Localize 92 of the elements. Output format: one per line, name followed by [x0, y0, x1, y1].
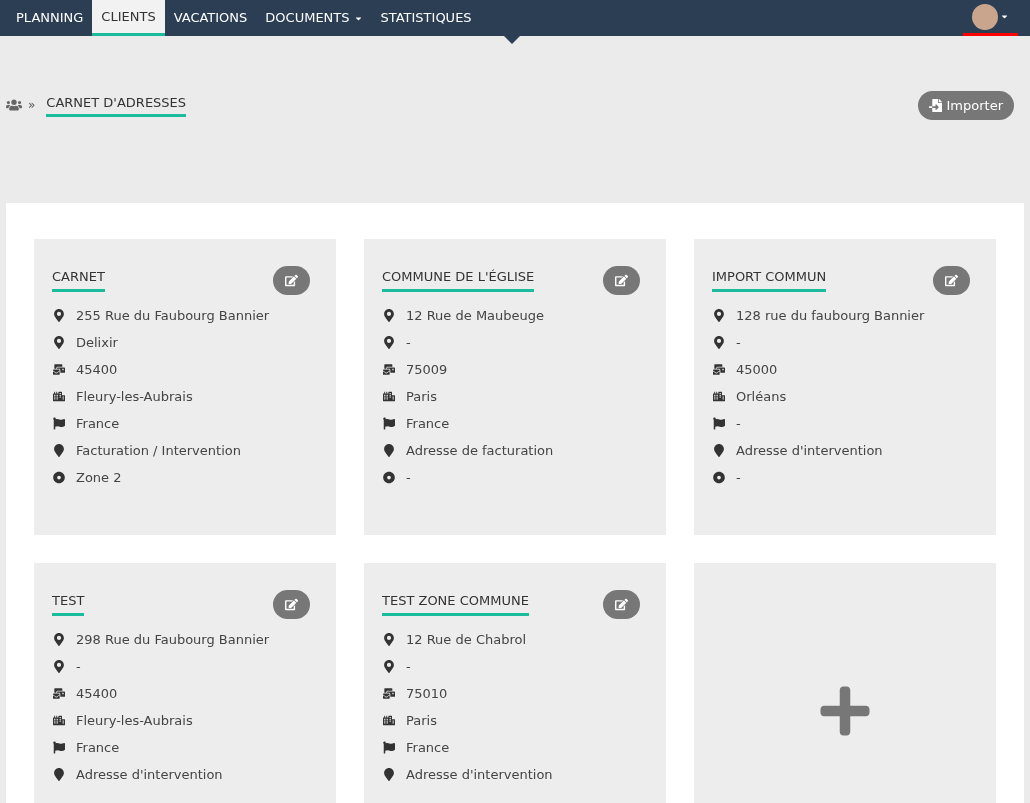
card-title: IMPORT COMMUN — [712, 267, 827, 292]
edit-icon — [945, 274, 958, 287]
card-line: - — [76, 657, 81, 676]
map-pin-icon — [53, 633, 65, 646]
card-line: - — [736, 468, 741, 487]
nav-tab[interactable]: CLIENTS — [92, 0, 165, 36]
marker-icon — [383, 444, 395, 457]
card-line: Adresse d'intervention — [736, 441, 883, 460]
marker-icon — [53, 768, 65, 781]
edit-icon — [285, 274, 298, 287]
mail-icon — [383, 687, 395, 700]
flag-icon — [53, 417, 65, 430]
card-line: 12 Rue de Maubeuge — [406, 306, 545, 325]
map-pin-icon — [53, 660, 65, 673]
card-title: TEST — [52, 591, 85, 616]
buildings-icon — [53, 390, 65, 403]
edit-button[interactable] — [273, 590, 310, 619]
flag-icon — [713, 417, 725, 430]
map-pin-icon — [53, 336, 65, 349]
marker-icon — [383, 768, 395, 781]
avatar — [972, 3, 998, 30]
mail-icon — [713, 363, 725, 376]
edit-button[interactable] — [273, 266, 310, 295]
page-title: CARNET D'ADRESSES — [46, 93, 187, 117]
card-line: France — [406, 414, 450, 433]
map-pin-icon — [713, 336, 725, 349]
card-line: 298 Rue du Faubourg Bannier — [76, 630, 270, 649]
card-line: - — [736, 333, 741, 352]
card-line: France — [406, 738, 450, 757]
target-icon — [713, 471, 725, 484]
card-line: Orléans — [736, 387, 787, 406]
card-line: - — [406, 657, 411, 676]
card-line: Adresse d'intervention — [406, 765, 553, 784]
card-line: Fleury-les-Aubrais — [76, 387, 193, 406]
card-line: Paris — [406, 711, 437, 730]
marker-icon — [53, 444, 65, 457]
nav-tab[interactable]: PLANNING — [7, 0, 93, 36]
caret-icon — [1000, 12, 1009, 21]
card-title: TEST ZONE COMMUNE — [382, 591, 529, 616]
breadcrumb-separator: » — [28, 96, 36, 114]
edit-icon — [615, 598, 628, 611]
card-line: 45400 — [76, 684, 118, 703]
map-pin-icon — [53, 309, 65, 322]
buildings-icon — [713, 390, 725, 403]
flag-icon — [383, 417, 395, 430]
edit-button[interactable] — [603, 590, 640, 619]
target-icon — [53, 471, 65, 484]
card-line: 128 rue du faubourg Bannier — [736, 306, 925, 325]
edit-icon — [285, 598, 298, 611]
card-line: - — [406, 468, 411, 487]
card-title: CARNET — [52, 267, 105, 292]
file-import-icon — [928, 99, 942, 112]
map-pin-icon — [383, 309, 395, 322]
map-pin-icon — [383, 336, 395, 349]
map-pin-icon — [713, 309, 725, 322]
card-line: 75010 — [406, 684, 448, 703]
nav-tab[interactable]: VACATIONS — [164, 0, 257, 36]
card-line: 12 Rue de Chabrol — [406, 630, 527, 649]
card-line: Adresse d'intervention — [76, 765, 223, 784]
edit-button[interactable] — [933, 266, 970, 295]
buildings-icon — [383, 714, 395, 727]
buildings-icon — [383, 390, 395, 403]
card-line: 75009 — [406, 360, 448, 379]
card-line: Fleury-les-Aubrais — [76, 711, 193, 730]
card-line: 45000 — [736, 360, 778, 379]
card-line: 45400 — [76, 360, 118, 379]
nav-tab[interactable]: DOCUMENTS — [256, 0, 372, 36]
mail-icon — [383, 363, 395, 376]
edit-icon — [615, 274, 628, 287]
card-line: Facturation / Intervention — [76, 441, 241, 460]
mail-icon — [53, 363, 65, 376]
marker-icon — [713, 444, 725, 457]
flag-icon — [383, 741, 395, 754]
card-line: - — [736, 414, 741, 433]
card-line: France — [76, 738, 120, 757]
nav-tab[interactable]: STATISTIQUES — [371, 0, 481, 36]
edit-button[interactable] — [603, 266, 640, 295]
map-pin-icon — [383, 633, 395, 646]
card-line: Delixir — [76, 333, 118, 352]
map-pin-icon — [383, 660, 395, 673]
card-line: Zone 2 — [76, 468, 122, 487]
card-line: France — [76, 414, 120, 433]
import-button[interactable]: Importer — [917, 91, 1014, 120]
flag-icon — [53, 741, 65, 754]
card-line: - — [406, 333, 411, 352]
buildings-icon — [53, 714, 65, 727]
target-icon — [383, 471, 395, 484]
card-line: Adresse de facturation — [406, 441, 554, 460]
mail-icon — [53, 687, 65, 700]
card-line: 255 Rue du Faubourg Bannier — [76, 306, 270, 325]
card-line: Paris — [406, 387, 437, 406]
card-title: COMMUNE DE L'ÉGLISE — [382, 267, 535, 292]
